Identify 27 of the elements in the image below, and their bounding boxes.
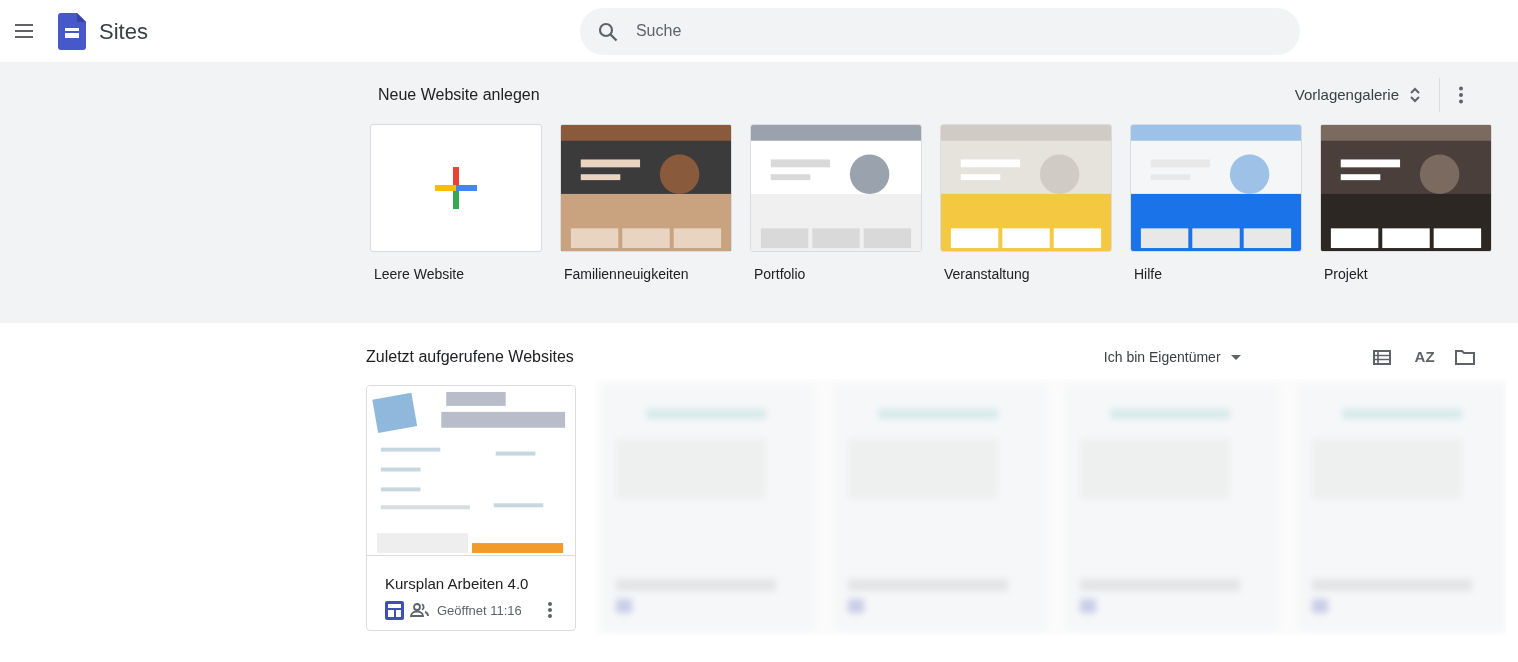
caret-icon [1230,354,1241,360]
plus-icon [435,167,477,209]
more-options-icon[interactable] [547,602,553,619]
template-label[interactable]: Portfolio [754,264,922,285]
expand-icon [1409,86,1421,104]
more-options-icon[interactable] [1458,86,1466,104]
sites-icon [385,600,404,620]
site-title: Kursplan Arbeiten 4.0 [385,574,530,594]
site-card[interactable]: Kursplan Arbeiten 4.0 Geöffnet 11:16 [366,385,576,631]
app-title: Sites [99,17,148,46]
template-label[interactable]: Leere Website [374,264,542,285]
folder-icon[interactable] [1454,349,1475,365]
section-title: Neue Website anlegen [378,85,540,105]
opened-time: Geöffnet 11:16 [437,601,522,620]
owner-filter-dropdown[interactable]: Ich bin Eigentümer [1103,346,1241,368]
list-view-icon[interactable] [1372,349,1391,365]
search-icon [597,21,618,42]
search-field[interactable]: Suche [579,7,1300,55]
template-label[interactable]: Familienneuigkeiten [564,264,732,285]
template-label[interactable]: Hilfe [1134,264,1302,285]
sites-logo-icon [58,12,86,50]
sort-button[interactable]: AZ [1414,345,1435,369]
template-label[interactable]: Veranstaltung [944,264,1112,285]
section-title: Zuletzt aufgerufene Websites [366,347,574,367]
template-label[interactable]: Projekt [1324,264,1492,285]
template-gallery-button[interactable]: Vorlagengalerie [1294,83,1421,107]
menu-icon[interactable] [14,21,34,41]
